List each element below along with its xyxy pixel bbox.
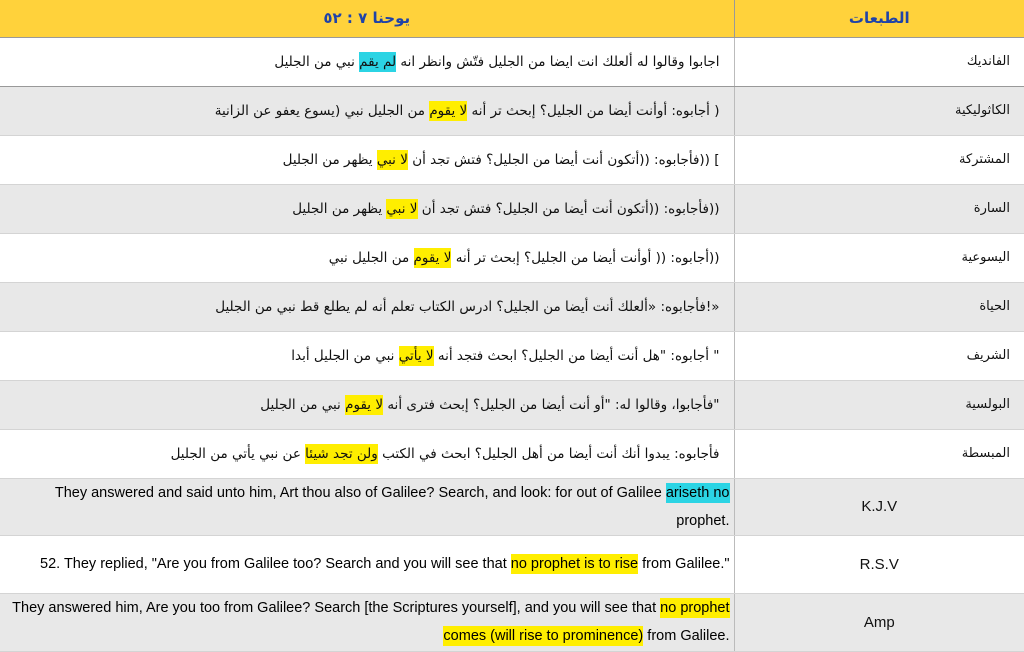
edition-name: الحياة [733,282,1024,332]
verse-text: فأجابوه: يبدوا أنك أنت أيضا من أهل الجلي… [0,429,734,479]
table-row: 52. They replied, "Are you from Galilee … [0,535,1024,594]
text-part: نبي من الجليل [274,53,360,70]
edition-name: المشتركة [733,135,1024,185]
text-part: "فأجابوا، وقالوا له: "أو أنت أيضا من الج… [383,396,720,413]
editions-title: الطبعات [734,0,1024,38]
highlight: لا نبي [376,149,408,170]
verse-text: "فأجابوا، وقالوا له: "أو أنت أيضا من الج… [0,380,734,430]
edition-name: اليسوعية [733,233,1024,283]
edition-name: السارة [733,184,1024,234]
table-row: They answered and said unto him, Art tho… [0,478,1024,536]
table-row: «!فأجابوه: «ألعلك أنت أيضا من الجليل؟ اد… [0,282,1024,332]
table-row: ] ((فأجابوه: ((أتكون أنت أيضا من الجليل؟… [0,135,1024,185]
highlight: لا يقوم [345,394,384,415]
verse-text: ( أجابوه: أوأنت أيضا من الجليل؟ إبحث تر … [0,86,734,136]
text-part: from Galilee." [638,556,730,572]
text-part: نبي من الجليل [260,396,346,413]
edition-name: الشريف [733,331,1024,381]
text-part: ] ((فأجابوه: ((أتكون أنت أيضا من الجليل؟… [407,151,720,168]
table-row: ( أجابوه: أوأنت أيضا من الجليل؟ إبحث تر … [0,86,1024,136]
edition-name: الكاثوليكية [733,86,1024,136]
text-part: يظهر من الجليل [282,151,377,168]
text-part: عن نبي يأتي من الجليل [170,445,306,462]
text-part: ((فأجابوه: ((أتكون أنت أيضا من الجليل؟ ف… [417,200,720,217]
text-part: نبي من الجليل أبدا [291,347,399,364]
table-row: "فأجابوا، وقالوا له: "أو أنت أيضا من الج… [0,380,1024,430]
highlight: لا يأتي [398,345,434,366]
text-part: They answered him, Are you too from Gali… [12,600,661,616]
header-row: يوحنا ٧ : ٥٢ الطبعات [0,0,1024,38]
table-row: فأجابوه: يبدوا أنك أنت أيضا من أهل الجلي… [0,429,1024,479]
highlight: ariseth no [665,482,730,503]
edition-name: K.J.V [733,478,1024,536]
highlight: لا يقوم [429,100,468,121]
edition-name: الفانديك [733,37,1024,87]
verse-text: «!فأجابوه: «ألعلك أنت أيضا من الجليل؟ اد… [0,282,734,332]
edition-name: Amp [733,593,1024,652]
table-row: اجابوا وقالوا له ألعلك انت ايضا من الجلي… [0,37,1024,87]
highlight: لم يقم [359,51,397,72]
highlight: no prophet is to rise [510,554,639,574]
verse-text-en: 52. They replied, "Are you from Galilee … [0,535,734,594]
text-part: من الجليل نبي [328,249,414,266]
edition-name: المبسطة [733,429,1024,479]
verse-text: ] ((فأجابوه: ((أتكون أنت أيضا من الجليل؟… [0,135,734,185]
translations-table: يوحنا ٧ : ٥٢ الطبعات اجابوا وقالوا له أل… [0,0,1024,652]
table-row: " أجابوه: "هل أنت أيضا من الجليل؟ ابحث ف… [0,331,1024,381]
text-part: prophet. [676,512,730,529]
verse-text: " أجابوه: "هل أنت أيضا من الجليل؟ ابحث ف… [0,331,734,381]
text-part: ( أجابوه: أوأنت أيضا من الجليل؟ إبحث تر … [467,102,720,119]
table-row: ((أجابوه: (( أوأنت أيضا من الجليل؟ إبحث … [0,233,1024,283]
verse-text: ((أجابوه: (( أوأنت أيضا من الجليل؟ إبحث … [0,233,734,283]
text-part: ((أجابوه: (( أوأنت أيضا من الجليل؟ إبحث … [451,249,720,266]
highlight: لا نبي [386,198,418,219]
text-part: " أجابوه: "هل أنت أيضا من الجليل؟ ابحث ف… [433,347,720,364]
text-part: «!فأجابوه: «ألعلك أنت أيضا من الجليل؟ اد… [215,298,720,315]
highlight: لا يقوم [413,247,452,268]
highlight: ولن تجد شيئا [305,443,378,464]
verse-text-en: They answered him, Are you too from Gali… [0,593,734,652]
verse-text-en: They answered and said unto him, Art tho… [0,478,734,536]
edition-name: R.S.V [733,535,1024,594]
table-row: They answered him, Are you too from Gali… [0,593,1024,652]
text-part: 52. They replied, "Are you from Galilee … [40,556,511,572]
text-part: اجابوا وقالوا له ألعلك انت ايضا من الجلي… [396,53,720,70]
verse-title: يوحنا ٧ : ٥٢ [0,0,735,38]
table-row: ((فأجابوه: ((أتكون أنت أيضا من الجليل؟ ف… [0,184,1024,234]
text-part: فأجابوه: يبدوا أنك أنت أيضا من أهل الجلي… [377,445,720,462]
edition-name: البولسية [733,380,1024,430]
verse-text: اجابوا وقالوا له ألعلك انت ايضا من الجلي… [0,37,734,87]
text-part: يظهر من الجليل [292,200,387,217]
text-part: من الجليل نبي (يسوع يعفو عن الزانية [214,102,430,119]
text-part: from Galilee. [643,628,730,644]
text-part: They answered and said unto him, Art tho… [54,484,666,501]
verse-text: ((فأجابوه: ((أتكون أنت أيضا من الجليل؟ ف… [0,184,734,234]
